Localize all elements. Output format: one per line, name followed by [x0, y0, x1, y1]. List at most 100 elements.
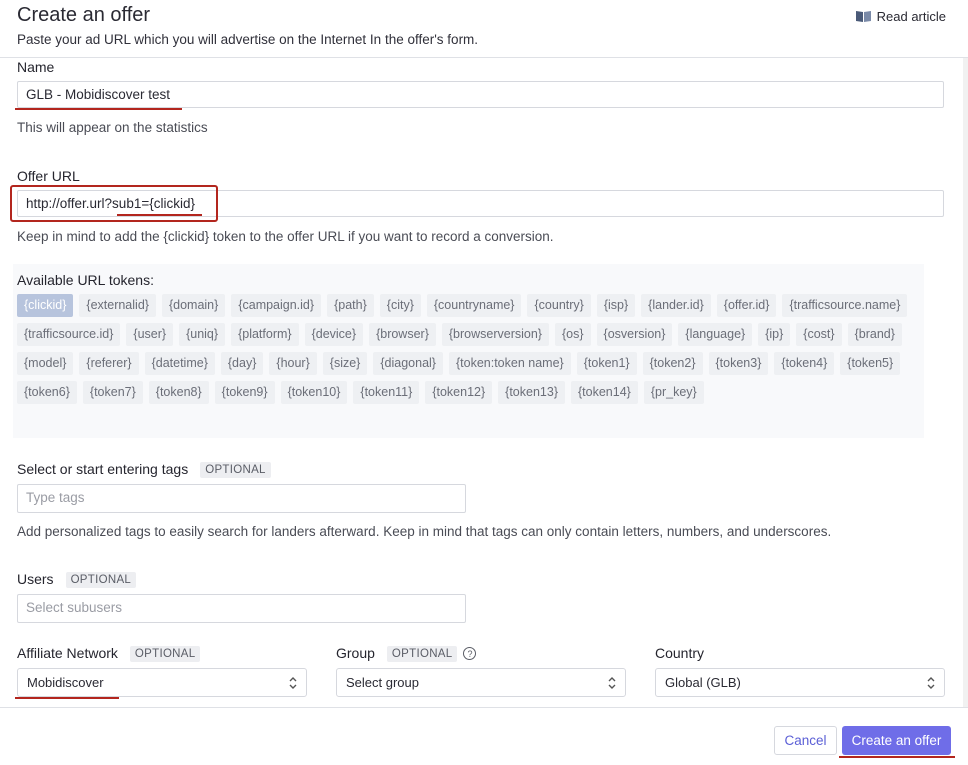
- tags-label-row: Select or start entering tags OPTIONAL: [17, 461, 271, 478]
- annotation-underline-affiliate: [15, 697, 119, 699]
- url-token-chip[interactable]: {model}: [17, 352, 74, 375]
- page-subtitle: Paste your ad URL which you will adverti…: [17, 32, 479, 47]
- book-icon: [855, 11, 871, 22]
- users-label: Users: [17, 571, 54, 587]
- url-token-chip[interactable]: {token5}: [840, 352, 901, 375]
- country-select[interactable]: Global (GLB): [655, 668, 945, 697]
- url-token-chip[interactable]: {token13}: [498, 381, 565, 404]
- chevron-updown-icon: [608, 677, 616, 689]
- url-token-chip[interactable]: {user}: [126, 323, 174, 346]
- tags-input[interactable]: Type tags: [17, 484, 466, 513]
- url-token-chip[interactable]: {token11}: [353, 381, 420, 404]
- url-token-chip[interactable]: {pr_key}: [643, 381, 704, 404]
- url-token-chip[interactable]: {brand}: [847, 323, 902, 346]
- help-icon[interactable]: ?: [463, 647, 477, 660]
- country-select-value: Global (GLB): [665, 675, 741, 690]
- url-tokens-list: {clickid} {externalid} {domain} {campaign.i…: [17, 294, 922, 404]
- url-token-chip[interactable]: {token8}: [148, 381, 209, 404]
- annotation-underline-name: [15, 108, 182, 110]
- url-token-chip[interactable]: {campaign.id}: [231, 294, 322, 317]
- url-token-chip[interactable]: {token4}: [774, 352, 835, 375]
- url-token-chip[interactable]: {device}: [304, 323, 364, 346]
- users-select-placeholder: Select subusers: [26, 600, 123, 615]
- chevron-updown-icon: [927, 677, 935, 689]
- url-token-chip[interactable]: {token7}: [82, 381, 143, 404]
- url-token-chip[interactable]: {countryname}: [426, 294, 522, 317]
- url-token-chip[interactable]: {isp}: [596, 294, 636, 317]
- url-token-chip[interactable]: {token1}: [576, 352, 637, 375]
- url-token-chip[interactable]: {ip}: [758, 323, 791, 346]
- url-token-chip[interactable]: {referer}: [79, 352, 139, 375]
- url-token-chip[interactable]: {hour}: [269, 352, 317, 375]
- group-select[interactable]: Select group: [336, 668, 626, 697]
- group-label-row: Group OPTIONAL?: [336, 645, 477, 662]
- users-optional-badge: OPTIONAL: [65, 572, 137, 588]
- url-tokens-title: Available URL tokens:: [17, 272, 154, 288]
- group-optional-badge: OPTIONAL: [386, 646, 458, 662]
- read-article-link[interactable]: Read article: [855, 9, 946, 24]
- url-token-chip[interactable]: {trafficsource.id}: [17, 323, 121, 346]
- group-select-value: Select group: [346, 675, 419, 690]
- url-token-chip[interactable]: {trafficsource.name}: [782, 294, 908, 317]
- url-token-chip[interactable]: {diagonal}: [373, 352, 443, 375]
- name-input[interactable]: GLB - Mobidiscover test: [17, 81, 944, 108]
- url-token-chip[interactable]: {city}: [379, 294, 421, 317]
- affiliate-network-optional-badge: OPTIONAL: [129, 646, 201, 662]
- url-token-chip[interactable]: {browserversion}: [441, 323, 549, 346]
- url-token-chip[interactable]: {clickid}: [17, 294, 74, 317]
- modal-header: Create an offer Paste your ad URL which …: [0, 0, 968, 58]
- url-token-chip[interactable]: {token14}: [571, 381, 638, 404]
- url-token-chip[interactable]: {token6}: [17, 381, 77, 404]
- chevron-updown-icon: [289, 677, 297, 689]
- url-token-chip[interactable]: {token3}: [708, 352, 769, 375]
- tags-label: Select or start entering tags: [17, 461, 189, 477]
- affiliate-network-value: Mobidiscover: [27, 675, 104, 690]
- url-token-chip[interactable]: {token12}: [425, 381, 493, 404]
- affiliate-network-label: Affiliate Network: [17, 645, 118, 661]
- tags-hint: Add personalized tags to easily search f…: [17, 524, 832, 539]
- affiliate-network-label-row: Affiliate Network OPTIONAL: [17, 645, 201, 662]
- url-token-chip[interactable]: {cost}: [796, 323, 842, 346]
- url-tokens-panel: Available URL tokens: {clickid} {external…: [13, 264, 924, 438]
- read-article-label: Read article: [876, 9, 946, 24]
- name-input-value: GLB - Mobidiscover test: [26, 87, 171, 102]
- modal-footer: Cancel Create an offer: [0, 707, 968, 765]
- group-label: Group: [336, 645, 375, 661]
- url-token-chip[interactable]: {osversion}: [596, 323, 673, 346]
- url-token-chip[interactable]: {uniq}: [179, 323, 226, 346]
- url-token-chip[interactable]: {os}: [554, 323, 591, 346]
- url-token-chip[interactable]: {lander.id}: [641, 294, 711, 317]
- url-token-chip[interactable]: {token9}: [214, 381, 275, 404]
- url-token-chip[interactable]: {platform}: [231, 323, 299, 346]
- url-token-chip[interactable]: {country}: [527, 294, 591, 317]
- offer-url-hint: Keep in mind to add the {clickid} token …: [17, 229, 554, 244]
- name-label: Name: [17, 59, 55, 75]
- url-token-chip[interactable]: {token:token name}: [448, 352, 571, 375]
- annotation-box-offer-url: [10, 185, 218, 222]
- scrollbar[interactable]: [963, 58, 968, 707]
- url-token-chip[interactable]: {size}: [322, 352, 368, 375]
- annotation-underline-create: [839, 756, 955, 758]
- tags-optional-badge: OPTIONAL: [200, 462, 271, 478]
- cancel-button[interactable]: Cancel: [774, 726, 837, 755]
- users-select[interactable]: Select subusers: [17, 594, 466, 623]
- url-token-chip[interactable]: {datetime}: [144, 352, 215, 375]
- url-token-chip[interactable]: {day}: [220, 352, 264, 375]
- name-hint: This will appear on the statistics: [17, 120, 208, 135]
- offer-url-label: Offer URL: [17, 168, 80, 184]
- url-token-chip[interactable]: {language}: [678, 323, 753, 346]
- create-offer-button[interactable]: Create an offer: [842, 726, 951, 755]
- annotation-underline-clickid: [117, 214, 202, 216]
- affiliate-network-select[interactable]: Mobidiscover: [17, 668, 307, 697]
- url-token-chip[interactable]: {offer.id}: [716, 294, 777, 317]
- url-token-chip[interactable]: {token2}: [642, 352, 703, 375]
- url-token-chip[interactable]: {token10}: [280, 381, 348, 404]
- tags-input-placeholder: Type tags: [26, 490, 85, 505]
- country-label: Country: [655, 645, 705, 661]
- url-token-chip[interactable]: {path}: [327, 294, 374, 317]
- users-label-row: Users OPTIONAL: [17, 571, 137, 588]
- url-token-chip[interactable]: {browser}: [369, 323, 436, 346]
- url-token-chip[interactable]: {domain}: [161, 294, 226, 317]
- page-title: Create an offer: [17, 4, 151, 26]
- url-token-chip[interactable]: {externalid}: [79, 294, 156, 317]
